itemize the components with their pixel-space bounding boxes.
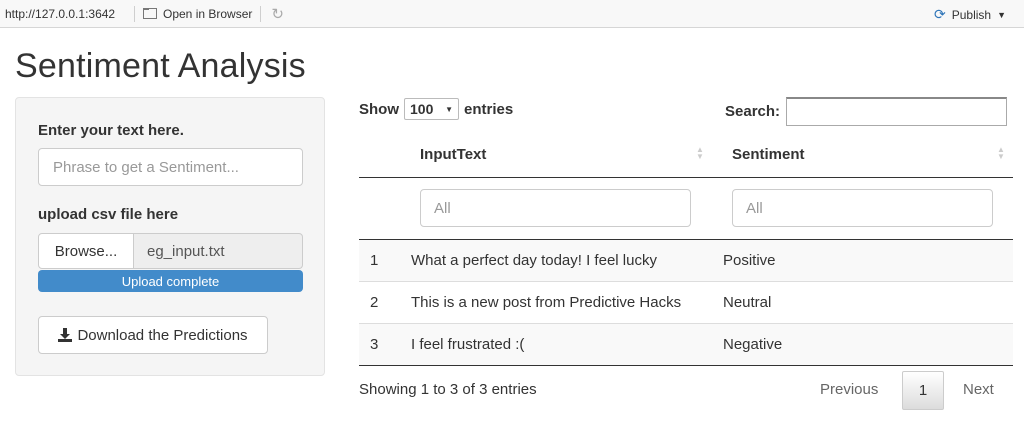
text-input-label: Enter your text here. [38, 122, 184, 139]
entries-length-control: Show 100 ▼ entries [359, 98, 513, 120]
table-info: Showing 1 to 3 of 3 entries [359, 381, 537, 398]
phrase-input[interactable] [38, 148, 303, 186]
column-filter-row: All All [359, 178, 1013, 240]
column-header-inputtext[interactable]: InputText [420, 146, 486, 163]
page-button-current[interactable]: 1 [902, 371, 944, 410]
download-icon [58, 328, 73, 342]
show-label: Show [359, 100, 399, 118]
open-in-browser-button[interactable]: Open in Browser [143, 7, 252, 21]
viewer-toolbar: http://127.0.0.1:3642 Open in Browser ↻ … [0, 0, 1024, 28]
toolbar-divider [134, 5, 135, 22]
row-index: 1 [370, 252, 379, 269]
sentiment-filter[interactable]: All [732, 189, 993, 227]
previous-page-button[interactable]: Previous [820, 381, 878, 398]
row-text: This is a new post from Predictive Hacks [411, 294, 682, 311]
entries-label: entries [464, 100, 514, 118]
open-in-browser-label: Open in Browser [163, 6, 253, 21]
inputtext-filter[interactable]: All [420, 189, 691, 227]
publish-icon: ⟳ [933, 6, 946, 22]
toolbar-divider [260, 5, 262, 22]
upload-progress-bar: Upload complete [38, 270, 303, 292]
publish-button[interactable]: ⟳ Publish ▼ [934, 6, 1006, 23]
row-sentiment: Positive [723, 252, 776, 269]
row-text: What a perfect day today! I feel lucky [411, 252, 657, 269]
browse-button[interactable]: Browse... [38, 233, 134, 269]
row-text: I feel frustrated :( [411, 336, 525, 353]
download-predictions-button[interactable]: Download the Predictions [38, 316, 268, 354]
search-input[interactable] [786, 97, 1008, 126]
table-row: 2 This is a new post from Predictive Hac… [359, 282, 1013, 324]
table-search: Search: [725, 97, 1008, 126]
row-index: 2 [370, 294, 379, 311]
column-header-sentiment[interactable]: Sentiment [732, 146, 805, 163]
url-text: http://127.0.0.1:3642 [5, 6, 116, 21]
download-label: Download the Predictions [77, 326, 248, 344]
table-row: 3 I feel frustrated :( Negative [359, 324, 1013, 366]
row-sentiment: Neutral [723, 294, 772, 311]
table-header: InputText ▲ ▼ Sentiment ▲ ▼ [359, 140, 1013, 178]
next-page-button[interactable]: Next [963, 381, 994, 398]
sort-icon[interactable]: ▲ ▼ [695, 146, 705, 161]
file-upload-field: Browse... eg_input.txt [38, 233, 303, 269]
row-index: 3 [370, 336, 379, 353]
entries-length-value: 100 [410, 101, 434, 117]
page-title: Sentiment Analysis [15, 47, 306, 85]
file-upload-label: upload csv file here [38, 206, 179, 223]
sidebar-panel: Enter your text here. upload csv file he… [15, 97, 325, 376]
search-label: Search: [725, 103, 781, 120]
table-row: 1 What a perfect day today! I feel lucky… [359, 240, 1013, 282]
chevron-down-icon: ▼ [445, 104, 453, 114]
row-sentiment: Negative [723, 336, 783, 353]
file-name-display: eg_input.txt [134, 233, 303, 269]
chevron-down-icon: ▼ [997, 9, 1006, 20]
refresh-icon[interactable]: ↻ [271, 5, 284, 23]
sort-icon[interactable]: ▲ ▼ [996, 146, 1006, 161]
window-icon [143, 8, 157, 19]
publish-label: Publish [951, 7, 992, 22]
entries-length-select[interactable]: 100 ▼ [404, 98, 459, 120]
